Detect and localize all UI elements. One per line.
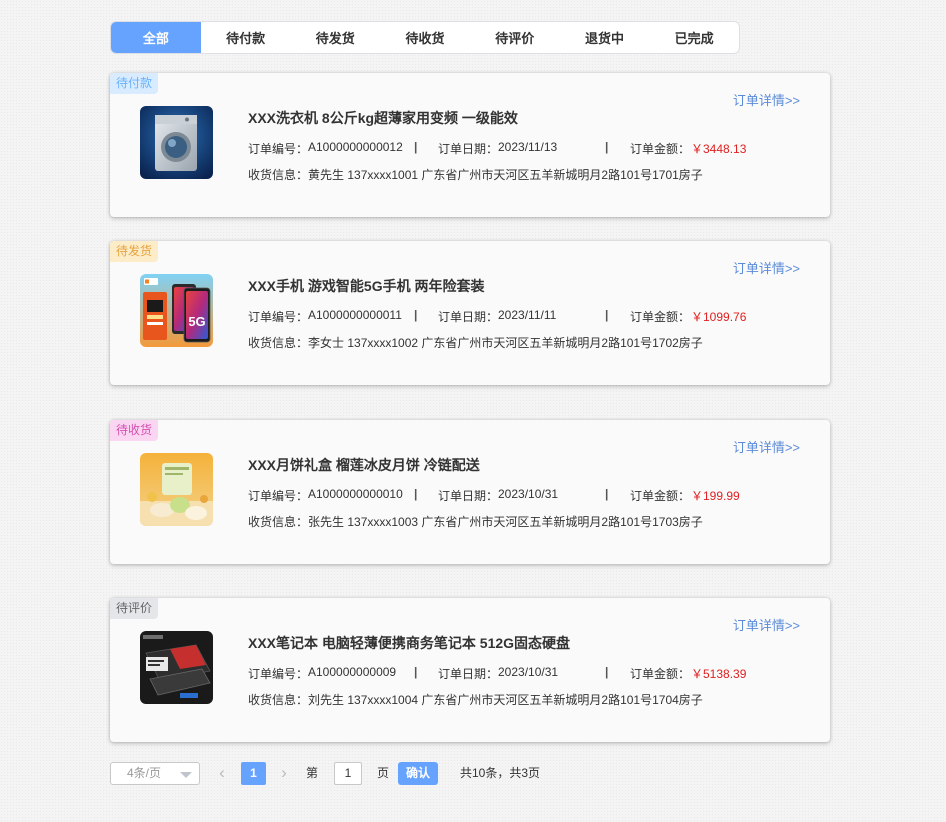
order-amount-label: 订单金额： xyxy=(630,142,691,156)
order-card: 待发货 订单详情>> 5G XXX手机 游戏智能5G手机 两年险套装 订单编号：… xyxy=(110,241,830,385)
order-detail-link[interactable]: 订单详情>> xyxy=(733,90,800,109)
status-badge: 待评价 xyxy=(110,598,159,619)
order-status-tabs: 全部 待付款 待发货 待收货 待评价 退货中 已完成 xyxy=(110,21,740,54)
order-no-label: 订单编号： xyxy=(248,310,309,324)
washing-machine-image[interactable] xyxy=(140,106,213,179)
order-date-label: 订单日期： xyxy=(438,310,499,324)
order-date: 2023/10/31 xyxy=(498,487,559,501)
pagination-summary: 共10条，共3页 xyxy=(460,766,541,780)
product-title: XXX月饼礼盒 榴莲冰皮月饼 冷链配送 xyxy=(248,457,480,473)
goto-prefix: 第 xyxy=(306,766,319,780)
order-info-row: 订单编号： A1000000000010 | 订单日期： 2023/10/31 … xyxy=(248,487,808,503)
order-card: 待付款 订单详情>> XXX洗衣机 8公斤kg超薄家用变频 一级能效 订单编号：… xyxy=(110,73,830,217)
order-no-label: 订单编号： xyxy=(248,489,309,503)
mooncake-image[interactable] xyxy=(140,453,213,526)
order-no: A1000000000011 xyxy=(308,308,402,322)
smartphone-image[interactable]: 5G xyxy=(140,274,213,347)
receiver-label: 收货信息： xyxy=(248,515,309,529)
order-date-label: 订单日期： xyxy=(438,667,499,681)
laptop-image[interactable] xyxy=(140,631,213,704)
pagination: 4条/页 ‹ 1 › 第 1 页 确认 共10条，共3页 xyxy=(110,762,710,786)
order-card: 待收货 订单详情>> XXX月饼礼盒 榴莲冰皮月饼 冷链配送 订单编号： A10… xyxy=(110,420,830,564)
order-detail-link[interactable]: 订单详情>> xyxy=(733,615,800,634)
next-page-icon[interactable]: › xyxy=(277,762,291,786)
order-date-label: 订单日期： xyxy=(438,489,499,503)
tab-pending-receipt[interactable]: 待收货 xyxy=(380,22,470,53)
chevron-down-icon xyxy=(180,772,192,778)
receiver-info: 收货信息：李女士 137xxxx1002 广东省广州市天河区五羊新城明月2路10… xyxy=(248,334,703,351)
separator: | xyxy=(414,308,418,322)
separator: | xyxy=(605,487,609,501)
page-size-select[interactable]: 4条/页 xyxy=(110,762,200,785)
order-date: 2023/11/11 xyxy=(498,308,557,322)
order-no-label: 订单编号： xyxy=(248,142,309,156)
separator: | xyxy=(414,487,418,501)
receiver-info: 收货信息：黄先生 137xxxx1001 广东省广州市天河区五羊新城明月2路10… xyxy=(248,166,703,183)
status-badge: 待收货 xyxy=(110,420,159,441)
receiver-info: 收货信息：刘先生 137xxxx1004 广东省广州市天河区五羊新城明月2路10… xyxy=(248,691,703,708)
order-date: 2023/11/13 xyxy=(498,140,558,154)
receiver-info: 收货信息：张先生 137xxxx1003 广东省广州市天河区五羊新城明月2路10… xyxy=(248,513,703,530)
order-amount: ￥199.99 xyxy=(691,489,740,503)
order-amount-label: 订单金额： xyxy=(630,310,691,324)
product-title: XXX笔记本 电脑轻薄便携商务笔记本 512G固态硬盘 xyxy=(248,635,571,651)
product-title: XXX手机 游戏智能5G手机 两年险套装 xyxy=(248,278,485,294)
separator: | xyxy=(414,140,418,154)
tab-all[interactable]: 全部 xyxy=(111,22,201,53)
order-amount: ￥1099.76 xyxy=(691,310,747,324)
page-number-current[interactable]: 1 xyxy=(241,762,266,785)
order-amount: ￥3448.13 xyxy=(691,142,747,156)
order-detail-link[interactable]: 订单详情>> xyxy=(733,437,800,456)
status-badge: 待发货 xyxy=(110,241,159,262)
receiver-label: 收货信息： xyxy=(248,693,309,707)
order-no: A1000000000010 xyxy=(308,487,403,501)
receiver-value: 张先生 137xxxx1003 广东省广州市天河区五羊新城明月2路101号170… xyxy=(308,515,703,529)
page-size-value: 4条/页 xyxy=(127,766,162,780)
goto-page-input[interactable]: 1 xyxy=(334,762,362,785)
separator: | xyxy=(605,308,609,322)
confirm-button[interactable]: 确认 xyxy=(398,762,438,785)
separator: | xyxy=(605,140,609,154)
order-date-label: 订单日期： xyxy=(438,142,499,156)
order-no: A100000000009 xyxy=(308,665,397,679)
separator: | xyxy=(414,665,418,679)
order-amount-label: 订单金额： xyxy=(630,489,691,503)
goto-suffix: 页 xyxy=(377,766,390,780)
order-info-row: 订单编号： A1000000000012 | 订单日期： 2023/11/13 … xyxy=(248,140,808,156)
order-card: 待评价 订单详情>> XXX笔记本 电脑轻薄便携商务笔记本 512G固态硬盘 订… xyxy=(110,598,830,742)
receiver-value: 黄先生 137xxxx1001 广东省广州市天河区五羊新城明月2路101号170… xyxy=(308,168,703,182)
order-amount: ￥5138.39 xyxy=(691,667,747,681)
tab-pending-payment[interactable]: 待付款 xyxy=(201,22,291,53)
order-detail-link[interactable]: 订单详情>> xyxy=(733,258,800,277)
tab-pending-shipment[interactable]: 待发货 xyxy=(290,22,380,53)
separator: | xyxy=(605,665,609,679)
status-badge: 待付款 xyxy=(110,73,159,94)
product-title: XXX洗衣机 8公斤kg超薄家用变频 一级能效 xyxy=(248,110,518,126)
receiver-label: 收货信息： xyxy=(248,336,309,350)
order-info-row: 订单编号： A1000000000011 | 订单日期： 2023/11/11 … xyxy=(248,308,808,324)
receiver-label: 收货信息： xyxy=(248,168,309,182)
order-no-label: 订单编号： xyxy=(248,667,309,681)
tab-returning[interactable]: 退货中 xyxy=(560,22,650,53)
receiver-value: 刘先生 137xxxx1004 广东省广州市天河区五羊新城明月2路101号170… xyxy=(308,693,703,707)
tab-pending-review[interactable]: 待评价 xyxy=(470,22,560,53)
order-amount-label: 订单金额： xyxy=(630,667,691,681)
prev-page-icon[interactable]: ‹ xyxy=(215,762,229,786)
order-no: A1000000000012 xyxy=(308,140,403,154)
receiver-value: 李女士 137xxxx1002 广东省广州市天河区五羊新城明月2路101号170… xyxy=(308,336,703,350)
order-info-row: 订单编号： A100000000009 | 订单日期： 2023/10/31 |… xyxy=(248,665,808,681)
order-date: 2023/10/31 xyxy=(498,665,559,679)
tab-completed[interactable]: 已完成 xyxy=(649,22,739,53)
phone-5g-text: 5G xyxy=(188,314,205,329)
